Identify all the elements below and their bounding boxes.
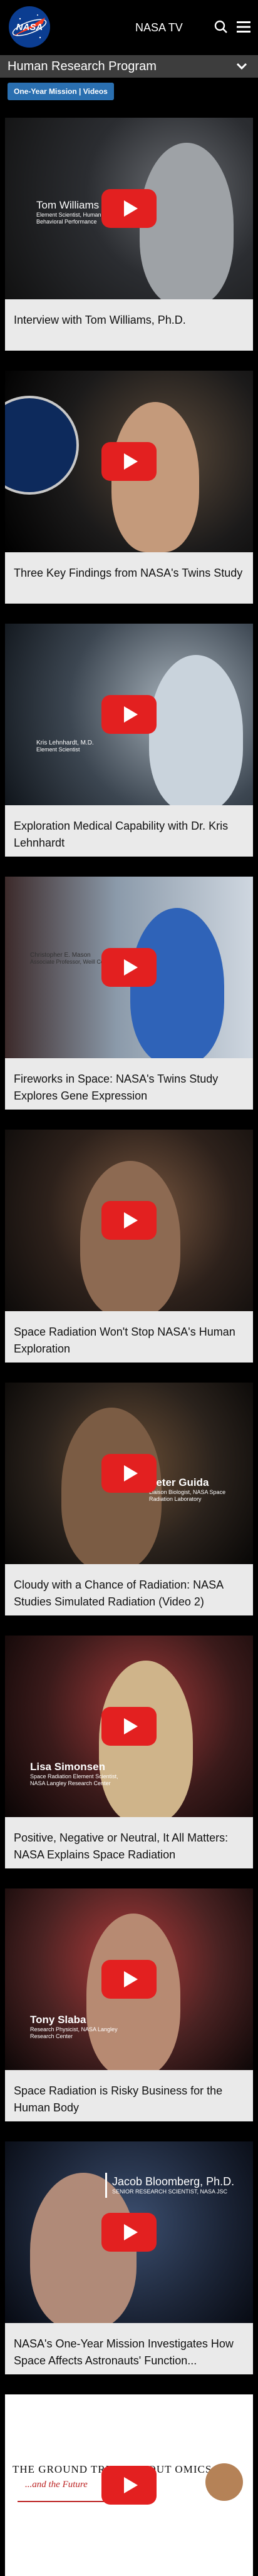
speaker-name: Jacob Bloomberg, Ph.D. (112, 2175, 235, 2188)
video-title[interactable]: Three Key Findings from NASA's Twins Stu… (5, 552, 253, 604)
video-thumbnail[interactable] (5, 371, 253, 552)
play-button[interactable] (101, 695, 157, 734)
play-button[interactable] (101, 189, 157, 228)
video-card[interactable]: Jacob Bloomberg, Ph.D. SENIOR RESEARCH S… (5, 2141, 253, 2374)
top-bar: NASA NASA TV (0, 0, 258, 55)
video-thumbnail[interactable]: Christopher E. Mason Associate Professor… (5, 877, 253, 1058)
video-thumbnail[interactable]: Kris Lehnhardt, M.D. Element Scientist (5, 624, 253, 805)
lower-third: Peter Guida Liaison Biologist, NASA Spac… (149, 1476, 237, 1503)
search-icon[interactable] (214, 20, 228, 34)
video-card[interactable]: Peter Guida Liaison Biologist, NASA Spac… (5, 1383, 253, 1615)
lower-third: Tony Slaba Research Physicist, NASA Lang… (30, 2014, 124, 2040)
video-card[interactable]: Kris Lehnhardt, M.D. Element Scientist E… (5, 624, 253, 857)
video-thumbnail[interactable]: Tony Slaba Research Physicist, NASA Lang… (5, 1888, 253, 2070)
speaker-name: Lisa Simonsen (30, 1761, 105, 1773)
video-title[interactable]: Space Radiation is Risky Business for th… (5, 2070, 253, 2121)
svg-text:NASA: NASA (16, 22, 43, 33)
filter-chip[interactable]: One-Year Mission | Videos (8, 83, 114, 100)
play-button[interactable] (101, 2213, 157, 2252)
video-list: Tom Williams Element Scientist, Human Fa… (0, 118, 258, 2576)
video-thumbnail[interactable]: Peter Guida Liaison Biologist, NASA Spac… (5, 1383, 253, 1564)
video-title[interactable]: Exploration Medical Capability with Dr. … (5, 805, 253, 857)
video-card[interactable]: Tom Williams Element Scientist, Human Fa… (5, 118, 253, 351)
video-title[interactable]: Space Radiation Won't Stop NASA's Human … (5, 1311, 253, 1363)
video-thumbnail[interactable]: Lisa Simonsen Space Radiation Element Sc… (5, 1636, 253, 1817)
lower-third: Jacob Bloomberg, Ph.D. SENIOR RESEARCH S… (105, 2173, 239, 2198)
speaker-name: Peter Guida (149, 1476, 209, 1488)
speaker-role: Research Physicist, NASA Langley Researc… (30, 2026, 118, 2039)
twins-study-patch (5, 396, 79, 495)
video-thumbnail[interactable]: Jacob Bloomberg, Ph.D. SENIOR RESEARCH S… (5, 2141, 253, 2323)
video-card[interactable]: THE GROUND TRUTH ABOUT OMICS ...and the … (5, 2394, 253, 2576)
play-button[interactable] (101, 2466, 157, 2505)
site-name[interactable]: NASA TV (135, 21, 183, 34)
video-title[interactable]: Fireworks in Space: NASA's Twins Study E… (5, 1058, 253, 1110)
video-card[interactable]: Christopher E. Mason Associate Professor… (5, 877, 253, 1110)
video-title[interactable]: Interview with Tom Williams, Ph.D. (5, 299, 253, 351)
filter-row: One-Year Mission | Videos (0, 78, 258, 105)
speaker-role: Element Scientist (36, 746, 80, 753)
lower-third: Lisa Simonsen Space Radiation Element Sc… (30, 1761, 130, 1787)
speaker-role: Liaison Biologist, NASA Space Radiation … (149, 1489, 226, 1502)
speaker-name: Tony Slaba (30, 2014, 86, 2026)
section-subnav[interactable]: Human Research Program (0, 55, 258, 78)
play-button[interactable] (101, 948, 157, 987)
coffee-illustration (205, 2463, 243, 2501)
play-button[interactable] (101, 1201, 157, 1240)
video-thumbnail[interactable]: THE GROUND TRUTH ABOUT OMICS ...and the … (5, 2394, 253, 2576)
video-thumbnail[interactable]: Tom Williams Element Scientist, Human Fa… (5, 118, 253, 299)
speaker-name: Kris Lehnhardt, M.D. (36, 739, 94, 746)
menu-icon[interactable] (237, 21, 250, 33)
video-title[interactable]: Positive, Negative or Neutral, It All Ma… (5, 1817, 253, 1868)
section-title: Human Research Program (8, 59, 157, 73)
speaker-role: Space Radiation Element Scientist, NASA … (30, 1773, 118, 1786)
chevron-down-icon[interactable] (235, 60, 248, 73)
video-card[interactable]: Lisa Simonsen Space Radiation Element Sc… (5, 1636, 253, 1868)
speaker-role: SENIOR RESEARCH SCIENTIST, NASA JSC (112, 2188, 228, 2195)
play-button[interactable] (101, 442, 157, 481)
play-button[interactable] (101, 1960, 157, 1999)
video-card[interactable]: Tony Slaba Research Physicist, NASA Lang… (5, 1888, 253, 2121)
video-thumbnail[interactable] (5, 1130, 253, 1311)
video-card[interactable]: Three Key Findings from NASA's Twins Stu… (5, 371, 253, 604)
video-title[interactable]: Cloudy with a Chance of Radiation: NASA … (5, 1564, 253, 1615)
lower-third: Kris Lehnhardt, M.D. Element Scientist (36, 739, 94, 753)
speaker-image (149, 655, 243, 805)
nasa-logo[interactable]: NASA (8, 5, 51, 49)
video-card[interactable]: Space Radiation Won't Stop NASA's Human … (5, 1130, 253, 1363)
play-button[interactable] (101, 1707, 157, 1746)
play-button[interactable] (101, 1454, 157, 1493)
video-title[interactable]: NASA's One-Year Mission Investigates How… (5, 2323, 253, 2374)
